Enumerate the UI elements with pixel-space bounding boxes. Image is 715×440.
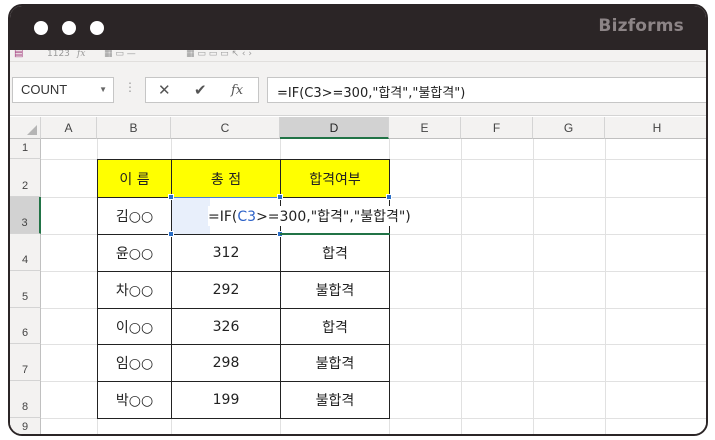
formula-input[interactable]: =IF(C3>=300,"합격","불합격")	[267, 77, 706, 103]
more-options-icon[interactable]: ⋮	[124, 81, 136, 93]
ribbon-partial: ▤ 1123 fx ▦ ▭ — ▦ ▭ ▭ ▭ ↖ ‹ ›	[10, 50, 706, 62]
row-header-6[interactable]: 6	[10, 308, 41, 344]
ribbon-icon: ▦ ▭ ▭ ▭ ↖ ‹ ›	[186, 50, 252, 59]
brand-logo: Bizforms	[598, 16, 684, 36]
row-header-1[interactable]: 1	[10, 139, 41, 159]
row-header-7[interactable]: 7	[10, 344, 41, 381]
insert-function-icon[interactable]: fx	[231, 83, 243, 98]
cell-name[interactable]: 차○○	[97, 271, 172, 309]
column-header-e[interactable]: E	[389, 117, 461, 139]
gridline	[461, 139, 462, 434]
cell-score[interactable]: 292	[171, 271, 281, 309]
resize-handle[interactable]	[168, 231, 174, 237]
ribbon-icon: ▤	[14, 50, 24, 59]
in-cell-formula-editor[interactable]: =IF(C3>=300,"합격","불합격")	[208, 206, 411, 226]
cell-name[interactable]: 임○○	[97, 344, 172, 382]
select-all-icon	[27, 125, 37, 135]
cell-result[interactable]: 불합격	[280, 344, 390, 382]
name-box[interactable]: COUNT ▼	[12, 77, 114, 103]
formula-bar-area: COUNT ▼ ⋮ ✕ ✔ fx =IF(C3>=300,"합격","불합격")	[10, 62, 706, 116]
ribbon-icon: ▦ ▭ —	[104, 50, 136, 59]
gridline	[533, 139, 534, 434]
window-close-dot[interactable]	[34, 21, 48, 35]
window-maximize-dot[interactable]	[90, 21, 104, 35]
chevron-down-icon[interactable]: ▼	[99, 85, 107, 94]
select-all-corner[interactable]	[10, 117, 41, 139]
cell-score[interactable]: 298	[171, 344, 281, 382]
formula-cell-reference: C3	[237, 209, 257, 225]
column-header-h[interactable]: H	[605, 117, 706, 139]
column-header-g[interactable]: G	[533, 117, 605, 139]
app-window: Bizforms ▤ 1123 fx ▦ ▭ — ▦ ▭ ▭ ▭ ↖ ‹ › C…	[8, 4, 708, 436]
column-header-b[interactable]: B	[97, 117, 171, 139]
cell-name[interactable]: 김○○	[97, 197, 172, 235]
cell-score[interactable]: 326	[171, 308, 281, 345]
formula-suffix: >=300,"합격","불합격")	[256, 209, 411, 225]
window-minimize-dot[interactable]	[62, 21, 76, 35]
resize-handle[interactable]	[386, 194, 392, 200]
cell-result[interactable]: 불합격	[280, 381, 390, 419]
enter-check-icon[interactable]: ✔	[194, 81, 207, 99]
column-header-a[interactable]: A	[41, 117, 97, 139]
active-cell-underline	[280, 233, 390, 235]
spreadsheet-grid[interactable]: A B C D E F G H 1 2 3 4 5 6 7 8 9 이 름 총 …	[10, 117, 706, 434]
row-header-3[interactable]: 3	[10, 197, 41, 234]
column-header-c[interactable]: C	[171, 117, 280, 139]
row-header-8[interactable]: 8	[10, 381, 41, 418]
gridline	[605, 139, 606, 434]
cell-name[interactable]: 박○○	[97, 381, 172, 419]
cell-result[interactable]: 합격	[280, 308, 390, 345]
row-header-5[interactable]: 5	[10, 271, 41, 308]
column-header-d[interactable]: D	[280, 117, 389, 139]
cell-result[interactable]: 불합격	[280, 271, 390, 309]
cell-name[interactable]: 윤○○	[97, 234, 172, 272]
cancel-icon[interactable]: ✕	[158, 81, 171, 99]
reference-border	[171, 197, 280, 198]
ribbon-fragment: fx	[77, 50, 86, 59]
table-header-score[interactable]: 총 점	[171, 159, 281, 198]
formula-prefix: =IF(	[208, 209, 238, 225]
cell-score[interactable]: 312	[171, 234, 281, 272]
formula-buttons: ✕ ✔ fx	[145, 77, 259, 103]
resize-handle[interactable]	[168, 194, 174, 200]
row-header-4[interactable]: 4	[10, 234, 41, 271]
cell-result[interactable]: 합격	[280, 234, 390, 272]
table-header-name[interactable]: 이 름	[97, 159, 172, 198]
cell-name[interactable]: 이○○	[97, 308, 172, 345]
ribbon-fragment: 1123	[47, 50, 70, 59]
column-header-f[interactable]: F	[461, 117, 533, 139]
resize-handle[interactable]	[277, 194, 283, 200]
name-box-value: COUNT	[21, 82, 68, 97]
title-bar: Bizforms	[10, 6, 706, 50]
table-header-result[interactable]: 합격여부	[280, 159, 390, 198]
reference-highlight-c3	[172, 198, 210, 234]
row-header-2[interactable]: 2	[10, 159, 41, 197]
row-header-9[interactable]: 9	[10, 418, 41, 434]
cell-score[interactable]: 199	[171, 381, 281, 419]
